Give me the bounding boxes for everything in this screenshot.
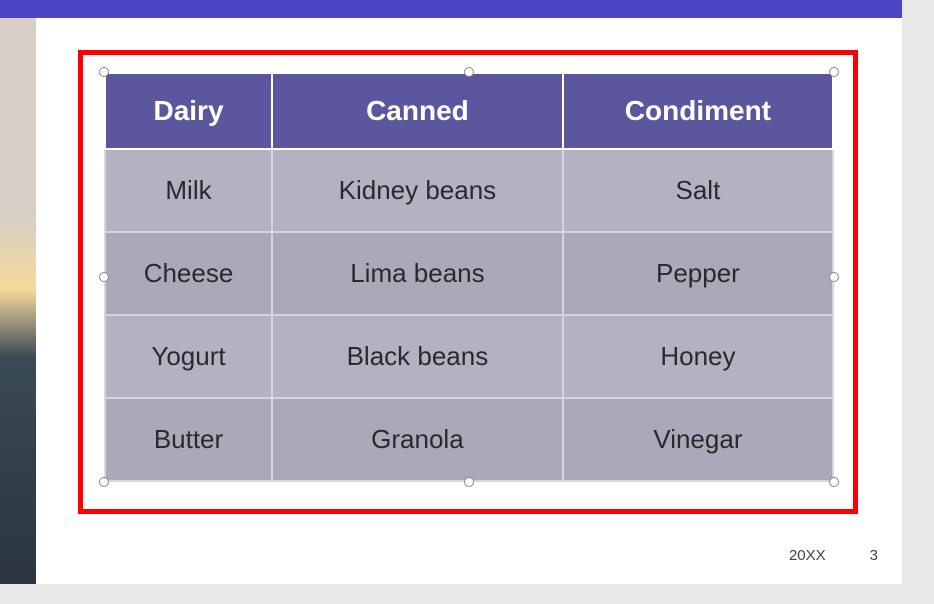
table-cell[interactable]: Black beans	[272, 315, 563, 398]
table-row[interactable]: Milk Kidney beans Salt	[105, 149, 833, 232]
table-cell[interactable]: Pepper	[563, 232, 833, 315]
table-row[interactable]: Yogurt Black beans Honey	[105, 315, 833, 398]
selection-handle-nw[interactable]	[99, 67, 109, 77]
table-cell[interactable]: Vinegar	[563, 398, 833, 481]
table-header-cell[interactable]: Dairy	[105, 73, 272, 149]
table-cell[interactable]: Cheese	[105, 232, 272, 315]
table-row[interactable]: Butter Granola Vinegar	[105, 398, 833, 481]
selection-handle-n[interactable]	[464, 67, 474, 77]
selection-handle-e[interactable]	[829, 272, 839, 282]
slide-canvas[interactable]: Dairy Canned Condiment Milk Kidney beans…	[36, 18, 902, 584]
slide-footer: 20XX 3	[789, 547, 878, 564]
table-cell[interactable]: Yogurt	[105, 315, 272, 398]
table-row[interactable]: Cheese Lima beans Pepper	[105, 232, 833, 315]
footer-date: 20XX	[789, 547, 826, 564]
table-cell[interactable]: Kidney beans	[272, 149, 563, 232]
right-gutter	[902, 0, 934, 584]
table-cell[interactable]: Milk	[105, 149, 272, 232]
table-header-cell[interactable]: Condiment	[563, 73, 833, 149]
selection-handle-se[interactable]	[829, 477, 839, 487]
selection-handle-sw[interactable]	[99, 477, 109, 487]
grocery-table[interactable]: Dairy Canned Condiment Milk Kidney beans…	[104, 72, 834, 482]
prev-slide-thumbnail-strip[interactable]	[0, 18, 36, 584]
table-selection[interactable]: Dairy Canned Condiment Milk Kidney beans…	[104, 72, 834, 482]
selection-handle-s[interactable]	[464, 477, 474, 487]
ribbon-bar[interactable]	[0, 0, 902, 18]
footer-page-number: 3	[870, 547, 878, 564]
table-header-row[interactable]: Dairy Canned Condiment	[105, 73, 833, 149]
selection-handle-w[interactable]	[99, 272, 109, 282]
table-header-cell[interactable]: Canned	[272, 73, 563, 149]
table-cell[interactable]: Granola	[272, 398, 563, 481]
selection-handle-ne[interactable]	[829, 67, 839, 77]
table-cell[interactable]: Honey	[563, 315, 833, 398]
table-cell[interactable]: Salt	[563, 149, 833, 232]
table-cell[interactable]: Butter	[105, 398, 272, 481]
table-cell[interactable]: Lima beans	[272, 232, 563, 315]
